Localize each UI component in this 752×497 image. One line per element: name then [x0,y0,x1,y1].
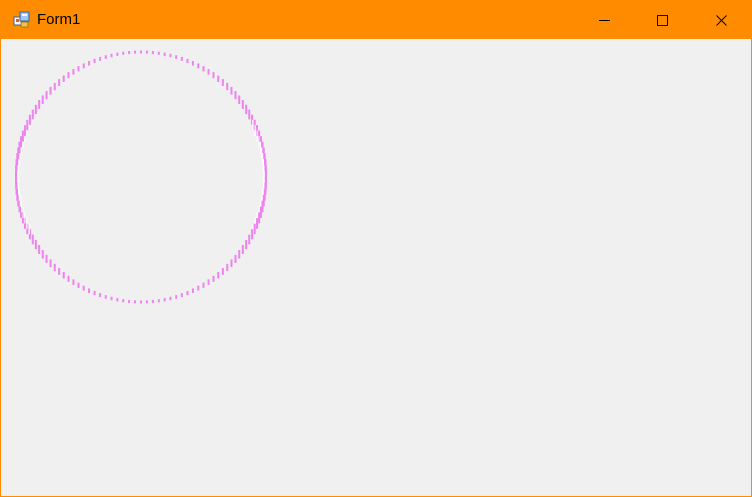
maximize-icon [657,15,668,26]
form-icon [13,11,30,28]
app-window: Form1 [0,0,752,497]
close-icon [716,15,727,26]
title-bar[interactable]: Form1 [1,1,751,39]
window-title: Form1 [37,11,81,28]
client-area[interactable] [1,39,751,496]
minimize-button[interactable] [575,1,633,39]
close-button[interactable] [693,1,751,39]
maximize-button[interactable] [633,1,691,39]
minimize-icon [599,20,610,21]
drawing-canvas [15,50,267,304]
